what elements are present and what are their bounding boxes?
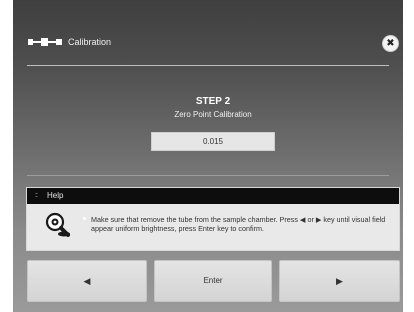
help-title: Help (47, 191, 64, 200)
enter-button[interactable]: Enter (154, 260, 272, 302)
previous-button[interactable]: ◀ (27, 260, 147, 302)
help-header: :: Help (27, 188, 399, 204)
calibration-screen: Calibration ✖ STEP 2 Zero Point Calibrat… (13, 0, 403, 312)
title-bar: Calibration ✖ (13, 28, 403, 58)
next-button[interactable]: ▶ (279, 260, 400, 302)
step-heading: STEP 2 (195, 96, 231, 107)
right-arrow-icon: ▶ (336, 276, 343, 286)
help-panel: :: Help Make sure that remove the tube f… (26, 187, 400, 251)
zoom-icon (45, 212, 70, 237)
help-text: Make sure that remove the tube from the … (91, 215, 386, 233)
step-subtitle: Zero Point Calibration (174, 110, 252, 119)
close-icon: ✖ (386, 38, 395, 49)
enter-button-label: Enter (203, 276, 223, 285)
divider (27, 175, 389, 176)
left-arrow-icon: ◀ (83, 276, 91, 286)
window-title: Calibration (68, 37, 112, 47)
close-button[interactable]: ✖ (383, 36, 398, 51)
grip-icon: :: (35, 192, 38, 199)
divider (27, 65, 389, 66)
calibration-icon (28, 38, 62, 46)
bullet (83, 217, 86, 220)
calibration-value-field: 0.015 (151, 132, 275, 151)
